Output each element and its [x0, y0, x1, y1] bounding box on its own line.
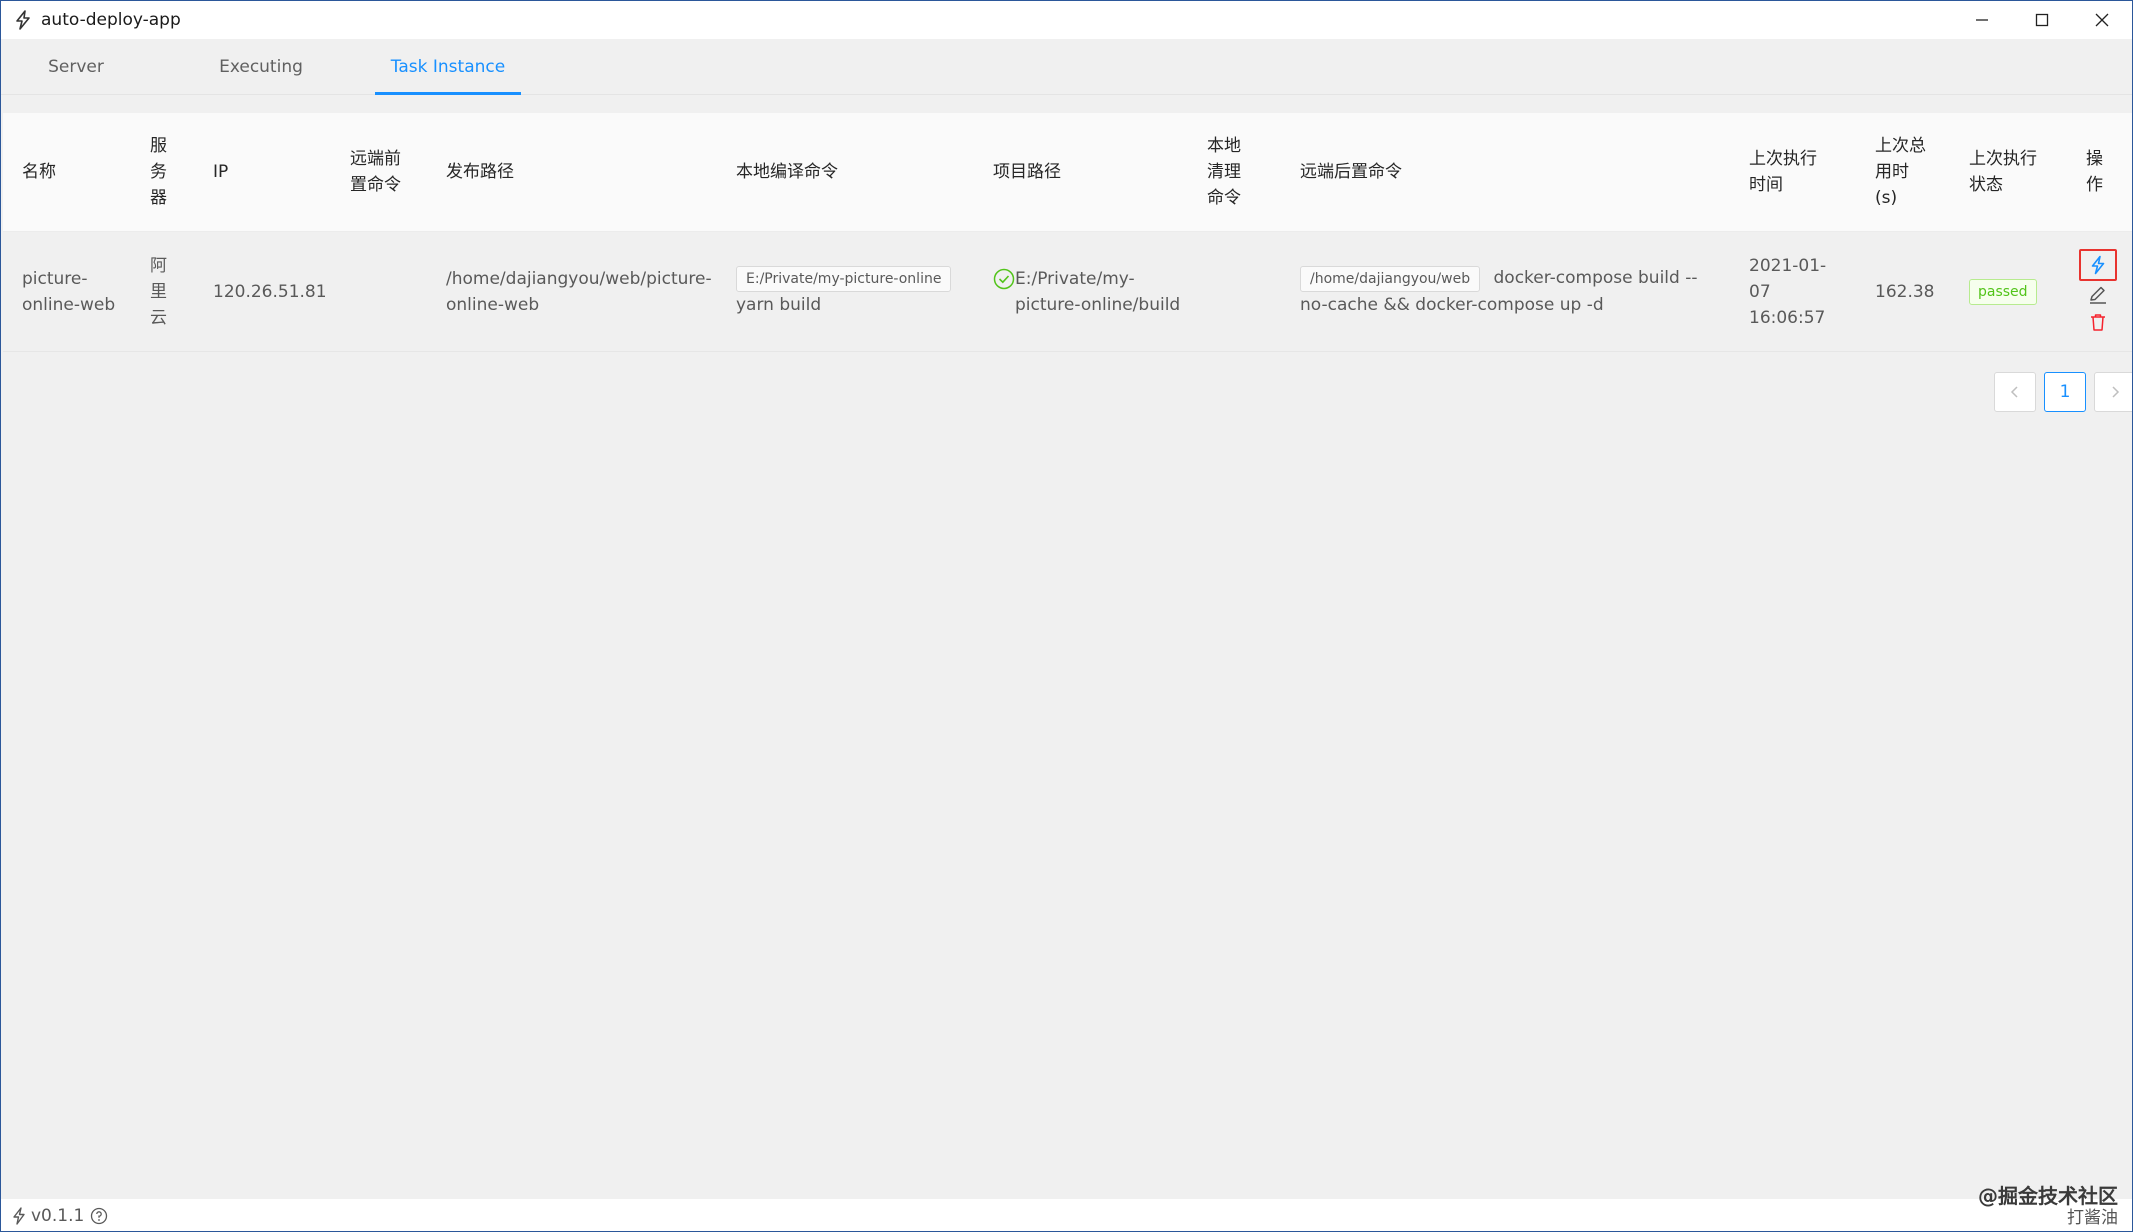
cell-ops [2075, 232, 2121, 351]
minimize-icon [1976, 19, 1988, 21]
header-remote-pre-command: 远端前 置命令 [350, 149, 401, 195]
trash-icon [2091, 313, 2105, 331]
tab-server-center[interactable]: Server Center [21, 39, 131, 133]
delete-button[interactable] [2079, 309, 2117, 335]
window-title: auto-deploy-app [41, 10, 181, 30]
cell-remote-post-command: /home/dajiangyou/web docker-compose buil… [1300, 232, 1720, 351]
table-header: 名称 服 务 器 IP 远端前 置命令 发布路径 本地编译命令 项目路径 本地 … [3, 113, 2132, 232]
maximize-button[interactable] [2012, 1, 2072, 39]
cell-remote-pre-command [350, 232, 430, 351]
check-circle-icon [993, 268, 1015, 298]
header-last-status: 上次执行 状态 [1969, 149, 2037, 195]
watermark-line-2: 打酱油 [2067, 1208, 2118, 1228]
header-last-duration: 上次总 用时 (s) [1875, 136, 1926, 208]
cell-local-build-command: E:/Private/my-picture-online yarn build [736, 232, 976, 351]
cell-last-status: passed [1969, 232, 2059, 351]
edit-button[interactable] [2079, 283, 2117, 307]
watermark: @掘金技术社区 打酱油 [1978, 1185, 2118, 1229]
command-text-continued: no-cache && docker-compose up -d [1300, 295, 1604, 315]
cell-name: picture- online-web [22, 268, 116, 315]
lightning-icon [11, 1207, 27, 1225]
header-server: 服 务 器 [150, 136, 167, 208]
watermark-line-1: @掘金技术社区 [1978, 1184, 2118, 1208]
version-label: v0.1.1 [31, 1206, 85, 1226]
edit-icon [2090, 286, 2106, 304]
tab-bar: Server Center Executing task Task Instan… [1, 39, 2132, 133]
cell-deploy-path: /home/dajiangyou/web/picture- online-web [446, 268, 712, 315]
pagination-page-1[interactable]: 1 [2044, 372, 2086, 412]
app-window: auto-deploy-app Server Center Executing … [0, 0, 2133, 1232]
header-ip: IP [213, 162, 229, 182]
chevron-right-icon [2112, 386, 2120, 398]
command-text: docker-compose build -- [1493, 268, 1698, 288]
lightning-icon [2091, 255, 2105, 274]
tab-executing-task[interactable]: Executing task [205, 39, 317, 133]
command-tag: /home/dajiangyou/web [1300, 266, 1481, 292]
cell-last-duration: 162.38 [1875, 281, 1935, 302]
close-button[interactable] [2072, 1, 2132, 39]
cell-project-path: E:/Private/my- picture-online/build [993, 232, 1193, 351]
maximize-icon [2035, 13, 2049, 27]
cell-last-exec-time: 2021-01- 07 16:06:57 [1749, 255, 1827, 328]
header-ops: 操 作 [2086, 149, 2103, 195]
help-icon[interactable] [90, 1207, 108, 1225]
table-row: picture- online-web 阿 里 云 120.26.51.81 /… [3, 232, 2132, 352]
close-icon [2095, 13, 2109, 27]
chevron-left-icon [2010, 386, 2018, 398]
pagination-prev-button[interactable] [1994, 372, 2036, 412]
tab-task-instance[interactable]: Task Instance [375, 39, 521, 95]
cell-server: 阿 里 云 [150, 255, 167, 328]
title-bar: auto-deploy-app [1, 1, 2132, 39]
command-tag: E:/Private/my-picture-online [736, 266, 952, 292]
cell-local-clean-command [1207, 232, 1267, 351]
header-project-path: 项目路径 [993, 162, 1061, 182]
cell-ip: 120.26.51.81 [213, 281, 327, 302]
run-button[interactable] [2079, 248, 2117, 281]
pagination-next-button[interactable] [2094, 372, 2132, 412]
header-name: 名称 [22, 162, 56, 182]
header-remote-post-command: 远端后置命令 [1300, 162, 1402, 182]
status-badge: passed [1969, 278, 2037, 305]
command-text: yarn build [736, 295, 822, 315]
lightning-icon [13, 10, 33, 30]
minimize-button[interactable] [1952, 1, 2012, 39]
status-bar: v0.1.1 [1, 1199, 2132, 1231]
header-last-exec-time: 上次执行 时间 [1749, 149, 1817, 195]
header-local-build-command: 本地编译命令 [736, 162, 838, 182]
header-deploy-path: 发布路径 [446, 162, 514, 182]
header-local-clean-command: 本地 清理 命令 [1207, 136, 1241, 208]
